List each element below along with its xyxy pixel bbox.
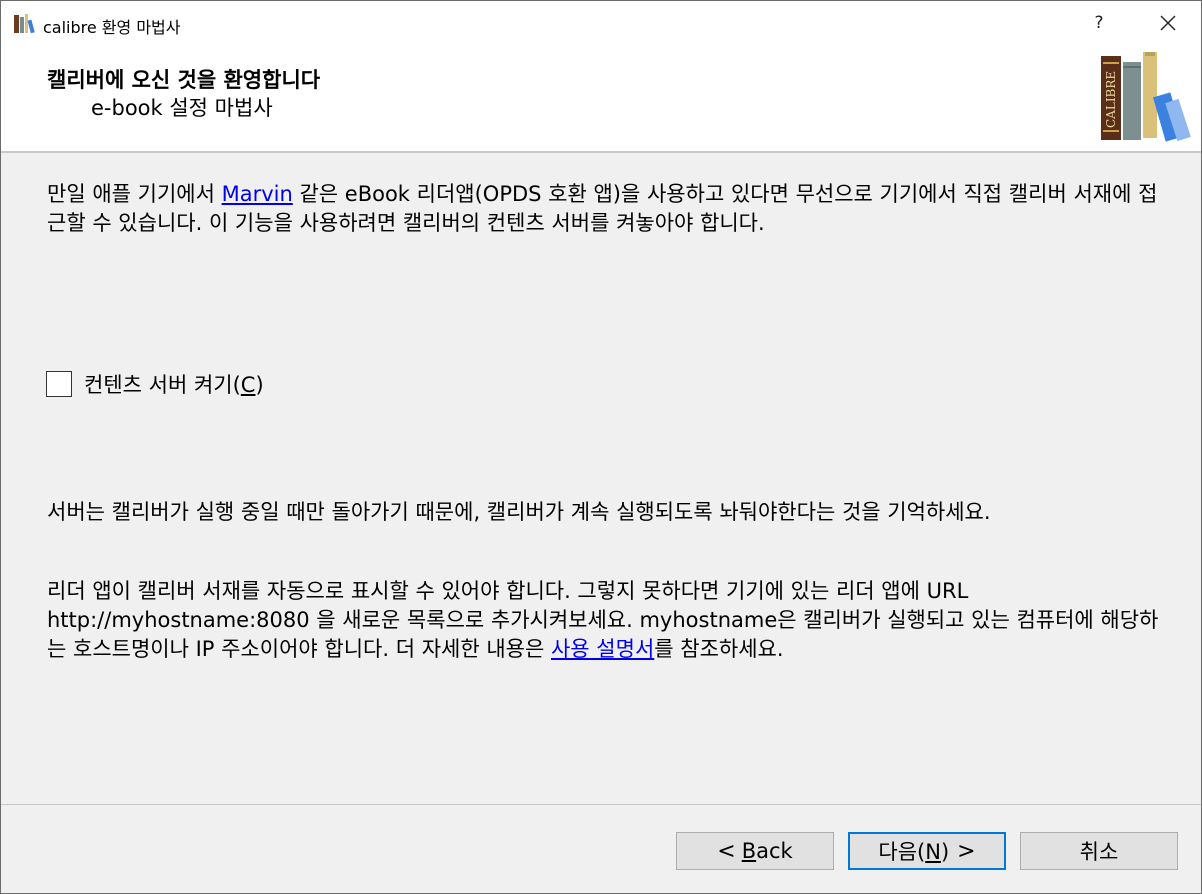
next-label-close: ) [940, 840, 950, 864]
chevron-left-icon: < [717, 838, 736, 864]
url-text-end: 를 참조하세요. [654, 637, 784, 661]
back-mnemonic: B [741, 839, 757, 863]
close-icon [1160, 15, 1176, 31]
chevron-right-icon: > [957, 838, 976, 864]
window-title: calibre 환영 마법사 [43, 18, 181, 37]
next-button[interactable]: 다음(N) > [848, 832, 1006, 870]
user-manual-link[interactable]: 사용 설명서 [551, 637, 654, 661]
checkbox-label-close: ) [255, 373, 264, 397]
wizard-window: calibre 환영 마법사 ? 캘리버에 오신 것을 환영합니다 e-book… [0, 0, 1202, 894]
url-instructions-paragraph: 리더 앱이 캘리버 서재를 자동으로 표시할 수 있어야 합니다. 그렇지 못하… [47, 577, 1167, 664]
page-subtitle: e-book 설정 마법사 [91, 96, 273, 120]
next-button-label: 다음(N) [878, 836, 949, 866]
back-label-rest: ack [756, 839, 793, 863]
content-server-option[interactable]: 컨텐츠 서버 켜기(C) [46, 370, 264, 398]
server-note-paragraph: 서버는 캘리버가 실행 중일 때만 돌아가기 때문에, 캘리버가 계속 실행되도… [47, 500, 991, 524]
calibre-logo: CALIBRE [1101, 52, 1191, 142]
content-server-checkbox[interactable] [46, 371, 72, 397]
help-button[interactable]: ? [1079, 5, 1119, 41]
logo-text: CALIBRE [1104, 71, 1118, 128]
footer-divider [1, 804, 1201, 805]
header-divider [1, 151, 1201, 153]
page-title: 캘리버에 오신 것을 환영합니다 [47, 68, 321, 92]
checkbox-mnemonic: C [240, 373, 256, 397]
title-bar: calibre 환영 마법사 ? [1, 1, 1201, 46]
calibre-books-icon [14, 14, 35, 34]
next-mnemonic: N [925, 840, 941, 864]
cancel-button[interactable]: 취소 [1020, 832, 1178, 870]
wizard-header: 캘리버에 오신 것을 환영합니다 e-book 설정 마법사 CALIBRE [1, 46, 1201, 151]
back-button-label: Back [742, 839, 793, 863]
close-button[interactable] [1145, 5, 1191, 41]
marvin-link[interactable]: Marvin [222, 182, 293, 206]
checkbox-label-text: 컨텐츠 서버 켜기( [84, 373, 241, 397]
content-server-checkbox-label[interactable]: 컨텐츠 서버 켜기(C) [84, 369, 264, 399]
intro-paragraph: 만일 애플 기기에서 Marvin 같은 eBook 리더앱(OPDS 호환 앱… [47, 180, 1167, 238]
next-label-text: 다음( [878, 840, 926, 864]
intro-text-start: 만일 애플 기기에서 [47, 182, 222, 206]
back-button[interactable]: < Back [676, 832, 834, 870]
